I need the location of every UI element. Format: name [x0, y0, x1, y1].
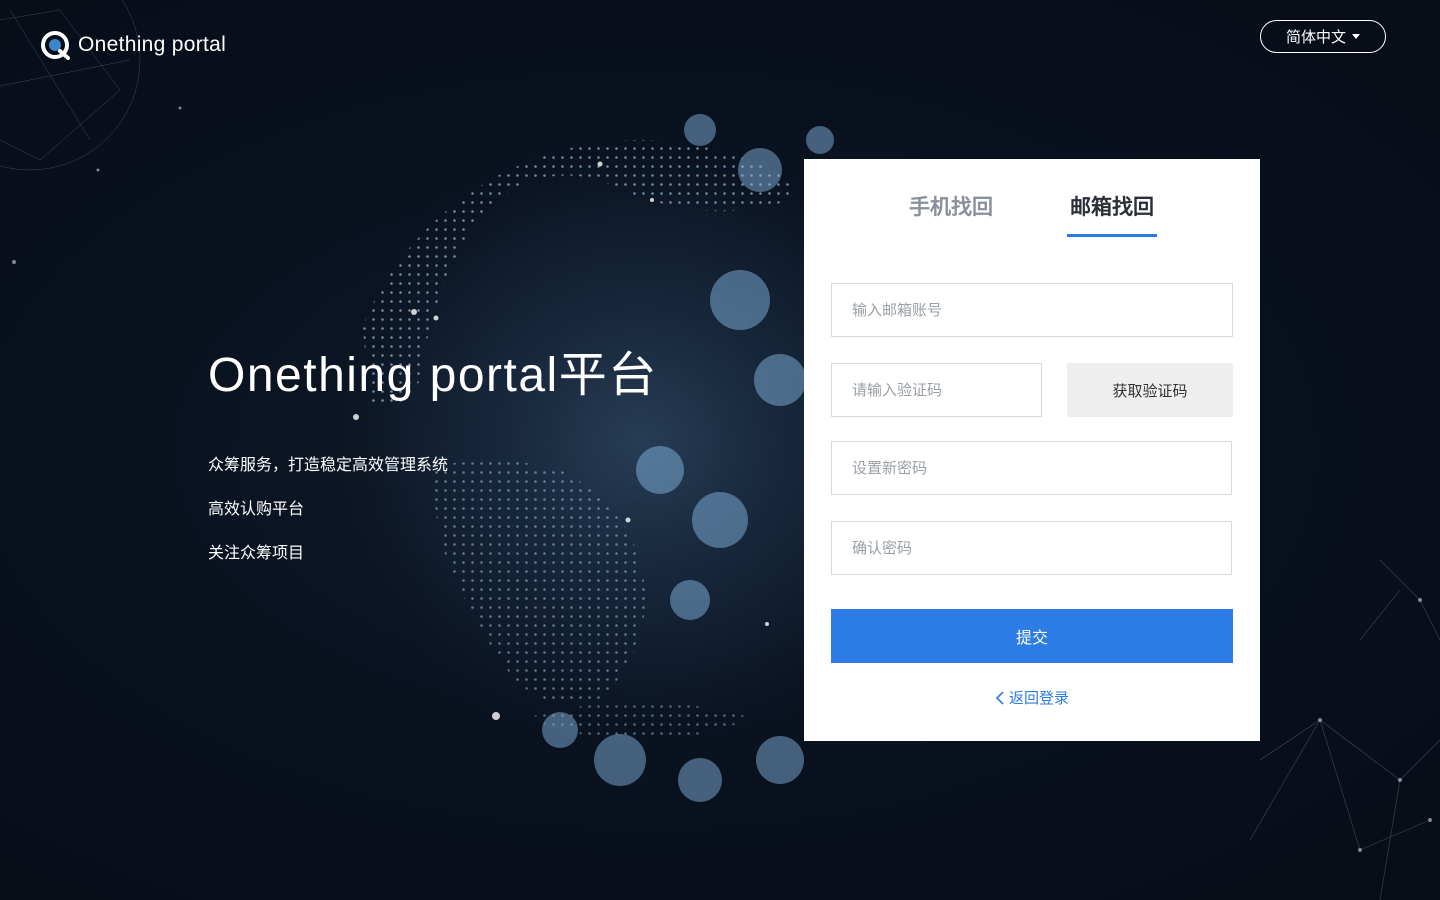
recovery-tabs: 手机找回 邮箱找回: [804, 191, 1260, 237]
chevron-left-icon: [995, 690, 1004, 705]
language-selector[interactable]: 简体中文: [1260, 20, 1386, 53]
verification-code-input[interactable]: [831, 363, 1042, 417]
password-recovery-card: 手机找回 邮箱找回 获取验证码 提交 返回登录: [804, 159, 1260, 741]
new-password-input[interactable]: [831, 441, 1232, 495]
brand[interactable]: Onething portal: [40, 30, 226, 60]
hero-line: 关注众筹项目: [208, 543, 305, 562]
tab-email-recovery[interactable]: 邮箱找回: [1067, 191, 1157, 237]
email-input[interactable]: [831, 283, 1233, 337]
hero-line: 高效认购平台: [208, 499, 305, 518]
tab-phone-recovery[interactable]: 手机找回: [905, 191, 997, 237]
hero: Onething portal平台 众筹服务，打造稳定高效管理系统 高效认购平台…: [208, 335, 658, 587]
back-to-login-label: 返回登录: [1008, 689, 1069, 707]
back-to-login-link[interactable]: 返回登录: [804, 687, 1260, 708]
hero-lines: 众筹服务，打造稳定高效管理系统 高效认购平台 关注众筹项目: [208, 455, 658, 563]
brand-name: Onething portal: [78, 33, 227, 56]
submit-button[interactable]: 提交: [831, 609, 1233, 663]
language-label: 简体中文: [1285, 28, 1346, 46]
hero-title: Onething portal平台: [208, 349, 658, 402]
confirm-password-input[interactable]: [831, 521, 1232, 575]
hero-line: 众筹服务，打造稳定高效管理系统: [208, 455, 449, 474]
caret-down-icon: [1352, 34, 1360, 39]
q-logo-icon: [41, 31, 70, 60]
get-code-button[interactable]: 获取验证码: [1067, 363, 1233, 417]
